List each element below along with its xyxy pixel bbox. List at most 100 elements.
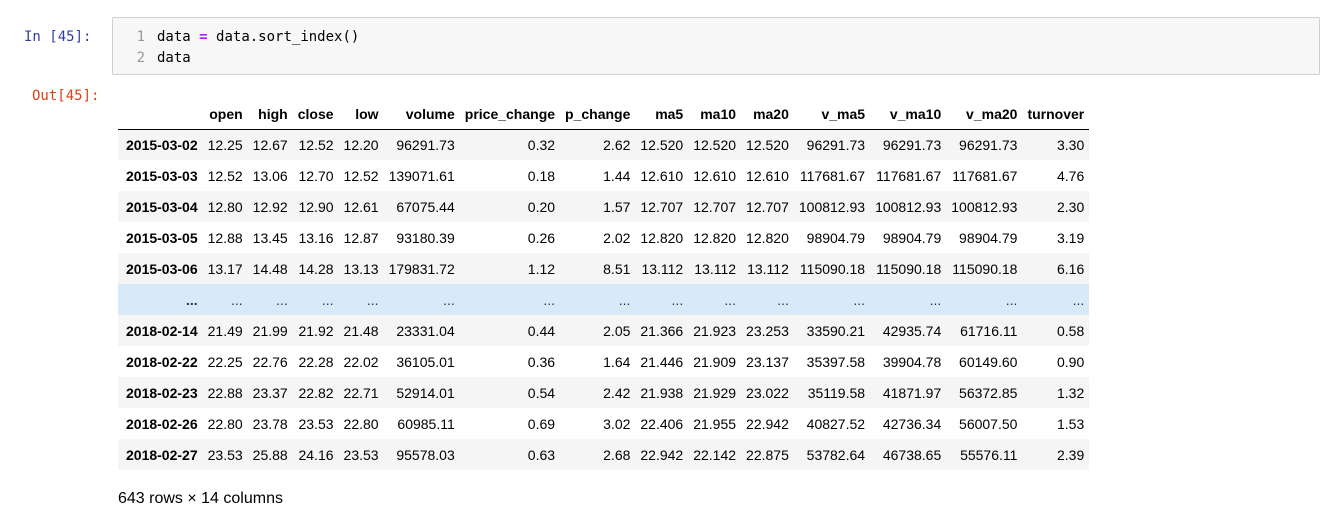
code-variable: data <box>157 29 191 45</box>
table-row: 2015-03-05 12.88 13.45 13.16 12.87 93180.39 0.… <box>118 222 1090 253</box>
table-body: 2015-03-02 12.25 12.67 12.52 12.20 96291.73 0.… <box>118 129 1090 470</box>
table-cell: 13.06 <box>252 167 288 184</box>
row-index: 2015-03-02 <box>126 136 198 153</box>
table-cell: 56372.85 <box>959 384 1018 401</box>
table-cell: 53782.64 <box>806 446 866 463</box>
dataframe-table: open high close low volume price_change p_chan… <box>118 100 1090 470</box>
row-index: 2015-03-04 <box>126 198 198 215</box>
table-cell: 115090.18 <box>952 260 1018 277</box>
table-cell: 22.76 <box>252 353 288 370</box>
table-cell: 0.44 <box>527 322 556 339</box>
row-index: 2015-03-03 <box>126 167 198 184</box>
table-cell: 0.26 <box>527 229 556 246</box>
row-index: 2018-02-14 <box>126 322 198 339</box>
table-cell: ... <box>443 291 455 308</box>
table-cell: 12.610 <box>746 167 789 184</box>
table-cell: 12.87 <box>343 229 379 246</box>
table-cell: 23.78 <box>252 415 288 432</box>
table-cell: 115090.18 <box>876 260 942 277</box>
table-cell: 12.520 <box>693 136 737 153</box>
table-cell: 35119.58 <box>807 384 866 401</box>
table-cell: 56007.50 <box>959 415 1018 432</box>
table-cell: 22.406 <box>640 415 684 432</box>
table-cell: ... <box>618 291 631 308</box>
table-cell: 12.90 <box>298 198 334 215</box>
table-cell: 2.68 <box>603 446 631 463</box>
table-cell: 117681.67 <box>876 167 942 184</box>
table-cell: ... <box>1072 291 1085 308</box>
table-cell: 12.520 <box>640 136 684 153</box>
table-cell: 13.112 <box>641 260 684 277</box>
row-index: 2015-03-06 <box>126 260 198 277</box>
table-cell: 98904.79 <box>806 229 866 246</box>
ellipsis-row: ........................................… <box>118 284 1090 315</box>
table-cell: 14.48 <box>252 260 288 277</box>
output-prompt: Out[45]: <box>32 88 100 104</box>
table-cell: 1.64 <box>603 353 631 370</box>
row-index: 2018-02-27 <box>126 446 198 463</box>
table-cell: 40827.52 <box>806 415 866 432</box>
table-cell: 2.05 <box>603 322 631 339</box>
table-cell: 60985.11 <box>397 415 455 432</box>
table-cell: 21.929 <box>693 384 737 401</box>
table-cell: 22.942 <box>640 446 684 463</box>
row-index: 2018-02-22 <box>126 353 198 370</box>
line-number: 2 <box>136 50 145 66</box>
table-cell: 1.44 <box>603 167 631 184</box>
table-cell: 23.137 <box>746 353 789 370</box>
table-cell: 22.142 <box>693 446 737 463</box>
table-cell: 22.80 <box>207 415 243 432</box>
code-text: data <box>157 50 191 66</box>
line-number: 1 <box>136 29 145 45</box>
table-cell: 21.909 <box>693 353 737 370</box>
table-cell: ... <box>231 291 243 308</box>
table-cell: 2.42 <box>603 384 631 401</box>
table-cell: 21.923 <box>693 322 737 339</box>
table-cell: 12.707 <box>640 198 684 215</box>
table-cell: ... <box>777 291 789 308</box>
table-cell: 22.71 <box>343 384 379 401</box>
table-cell: 12.707 <box>693 198 737 215</box>
table-cell: 3.19 <box>1056 229 1085 246</box>
row-index: 2018-02-23 <box>126 384 198 401</box>
table-cell: 1.32 <box>1056 384 1085 401</box>
code-cell-editor[interactable]: 1 data = data.sort_index() 2 data <box>112 17 1320 75</box>
table-cell: ... <box>929 291 942 308</box>
table-row: 2018-02-22 22.25 22.76 22.28 22.02 36105.01 0.… <box>118 346 1090 377</box>
table-cell: 14.28 <box>298 260 334 277</box>
table-cell: 12.820 <box>693 229 737 246</box>
column-header: open <box>202 100 248 130</box>
column-header: ma10 <box>688 100 742 130</box>
table-cell: 23.53 <box>298 415 334 432</box>
table-cell: 3.30 <box>1056 136 1085 153</box>
table-cell: 39904.78 <box>882 353 942 370</box>
table-cell: 12.610 <box>693 167 737 184</box>
table-cell: 25.88 <box>252 446 288 463</box>
table-cell: 22.28 <box>298 353 334 370</box>
column-header: v_ma20 <box>946 100 1023 130</box>
table-cell: ... <box>543 291 556 308</box>
table-cell: 13.13 <box>343 260 379 277</box>
table-row: 2018-02-26 22.80 23.78 23.53 22.80 60985.11 0.… <box>118 408 1090 439</box>
table-cell: 12.67 <box>252 136 288 153</box>
table-cell: 6.16 <box>1056 260 1085 277</box>
table-cell: 12.92 <box>252 198 288 215</box>
table-cell: 21.938 <box>640 384 684 401</box>
table-cell: 22.942 <box>746 415 789 432</box>
table-cell: ... <box>321 291 334 308</box>
column-header: low <box>338 100 384 130</box>
table-cell: 21.92 <box>298 322 334 339</box>
table-cell: 22.25 <box>207 353 243 370</box>
table-cell: 8.51 <box>603 260 631 277</box>
table-cell: 1.57 <box>603 198 631 215</box>
table-cell: 12.20 <box>343 136 379 153</box>
table-cell: 179831.72 <box>388 260 455 277</box>
table-cell: 21.48 <box>343 322 379 339</box>
table-cell: 12.52 <box>207 167 243 184</box>
table-cell: 21.99 <box>252 322 288 339</box>
table-cell: 12.52 <box>298 136 334 153</box>
code-operator: = <box>199 29 208 45</box>
table-cell: 24.16 <box>298 446 334 463</box>
table-cell: 2.30 <box>1056 198 1085 215</box>
table-cell: 67075.44 <box>396 198 455 215</box>
